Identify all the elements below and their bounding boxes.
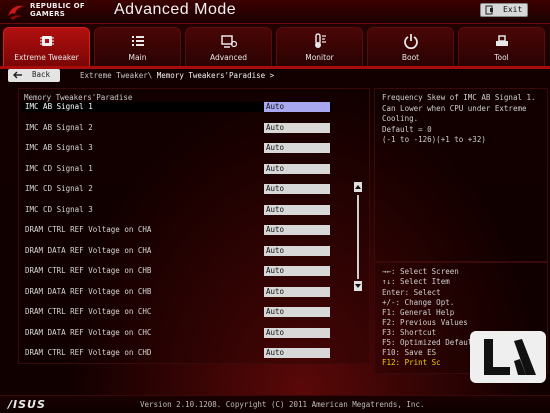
setting-name: DRAM CTRL REF Voltage on CHC (25, 307, 152, 316)
tab-tool[interactable]: Tool (458, 27, 545, 67)
setting-name: IMC CD Signal 1 (25, 164, 93, 173)
key-hint: F12: Print Sc (382, 358, 441, 367)
footer-bar: /ISUS Version 2.10.1208. Copyright (C) 2… (0, 395, 550, 413)
breadcrumb-parent[interactable]: Extreme Tweaker\ (80, 71, 152, 80)
scroll-down-icon[interactable] (354, 281, 362, 291)
key-hint: Enter: Select (382, 288, 441, 297)
setting-value[interactable]: Auto (264, 266, 330, 276)
exit-label: Exit (503, 5, 523, 14)
setting-row[interactable]: IMC CD Signal 3 Auto (22, 205, 332, 215)
asus-logo: /ISUS (8, 398, 46, 411)
advanced-icon (221, 35, 237, 48)
tab-advanced[interactable]: Advanced (185, 27, 272, 67)
key-hint: F2: Previous Values (382, 318, 468, 327)
setting-value[interactable]: Auto (264, 287, 330, 297)
setting-value[interactable]: Auto (264, 225, 330, 235)
key-hint: →←: Select Screen (382, 267, 459, 276)
setting-row[interactable]: IMC CD Signal 2 Auto (22, 184, 332, 194)
setting-row[interactable]: DRAM DATA REF Voltage on CHC Auto (22, 328, 332, 338)
setting-row[interactable]: IMC AB Signal 2 Auto (22, 123, 332, 133)
key-hint: F10: Save ES (382, 348, 437, 357)
version-text: Version 2.10.1208. Copyright (C) 2011 Am… (140, 400, 425, 409)
help-line: Default = 0 (382, 124, 432, 134)
setting-name: IMC CD Signal 2 (25, 184, 93, 193)
setting-row[interactable]: DRAM CTRL REF Voltage on CHC Auto (22, 307, 332, 317)
bios-screen: REPUBLIC OF GAMERS Advanced Mode Exit Ex… (0, 0, 550, 413)
help-line: Cooling. (382, 114, 419, 123)
help-line: (-1 to -126)(+1 to +32) (382, 135, 486, 144)
header-bar: REPUBLIC OF GAMERS Advanced Mode Exit (0, 0, 550, 24)
setting-row[interactable]: DRAM CTRL REF Voltage on CHD Auto (22, 348, 332, 358)
key-hint: F3: Shortcut (382, 328, 437, 337)
back-button[interactable]: Back (8, 69, 60, 82)
key-hint: F5: Optimized Defaults (382, 338, 482, 347)
setting-name: IMC AB Signal 2 (25, 123, 93, 132)
monitor-icon (315, 33, 326, 48)
setting-name: DRAM DATA REF Voltage on CHB (25, 287, 152, 296)
setting-name: DRAM CTRL REF Voltage on CHD (25, 348, 152, 357)
tab-extreme-tweaker[interactable]: Extreme Tweaker (3, 27, 90, 67)
rog-logo-icon (8, 5, 24, 20)
breadcrumb-path: Extreme Tweaker\ Memory Tweakers'Paradis… (80, 71, 274, 80)
setting-row[interactable]: IMC CD Signal 1 Auto (22, 164, 332, 174)
brand-line-2: GAMERS (30, 10, 66, 18)
setting-value[interactable]: Auto (264, 123, 330, 133)
setting-row[interactable]: DRAM CTRL REF Voltage on CHA Auto (22, 225, 332, 235)
setting-value[interactable]: Auto (264, 184, 330, 194)
setting-name: DRAM DATA REF Voltage on CHC (25, 328, 152, 337)
setting-value[interactable]: Auto (264, 328, 330, 338)
scroll-up-icon[interactable] (354, 182, 362, 192)
setting-value[interactable]: Auto (264, 246, 330, 256)
setting-name: IMC AB Signal 1 (25, 102, 93, 111)
key-hint: F1: General Help (382, 308, 455, 317)
list-icon (132, 36, 144, 46)
tab-label: Monitor (305, 53, 334, 62)
setting-row[interactable]: DRAM DATA REF Voltage on CHB Auto (22, 287, 332, 297)
cpu-chip-icon (40, 36, 54, 46)
setting-row[interactable]: IMC AB Signal 3 Auto (22, 143, 332, 153)
tab-label: Main (128, 53, 147, 62)
section-title: Memory Tweakers'Paradise (24, 93, 133, 102)
exit-button[interactable]: Exit (480, 3, 528, 17)
brand-line-1: REPUBLIC OF (30, 2, 85, 10)
page-title: Advanced Mode (114, 1, 237, 18)
setting-row[interactable]: DRAM CTRL REF Voltage on CHB Auto (22, 266, 332, 276)
breadcrumb: Back Extreme Tweaker\ Memory Tweakers'Pa… (4, 69, 546, 82)
tab-label: Tool (494, 53, 509, 62)
exit-icon (485, 5, 493, 15)
key-hint: +/-: Change Opt. (382, 298, 455, 307)
help-line: Frequency Skew of IMC AB Signal 1. (382, 93, 536, 102)
help-description: Frequency Skew of IMC AB Signal 1. Can L… (382, 93, 544, 146)
setting-value[interactable]: Auto (264, 307, 330, 317)
tab-monitor[interactable]: Monitor (276, 27, 363, 67)
setting-value[interactable]: Auto (264, 143, 330, 153)
tab-main[interactable]: Main (94, 27, 181, 67)
setting-value[interactable]: Auto (264, 102, 330, 112)
tab-boot[interactable]: Boot (367, 27, 454, 67)
setting-name: IMC CD Signal 3 (25, 205, 93, 214)
setting-value[interactable]: Auto (264, 348, 330, 358)
brand-text: REPUBLIC OF GAMERS (30, 2, 85, 18)
setting-value[interactable]: Auto (264, 164, 330, 174)
setting-row[interactable]: IMC AB Signal 1 Auto (22, 102, 332, 112)
tab-label: Extreme Tweaker (14, 53, 79, 62)
scrollbar-track[interactable] (357, 195, 359, 279)
tab-label: Boot (401, 53, 420, 62)
setting-row[interactable]: DRAM DATA REF Voltage on CHA Auto (22, 246, 332, 256)
back-arrow-icon (13, 71, 22, 79)
tab-bar: Extreme Tweaker Main Advanced Monitor Bo… (3, 27, 548, 67)
breadcrumb-current: Memory Tweakers'Paradise > (156, 71, 275, 80)
tool-icon (496, 35, 508, 46)
setting-name: DRAM CTRL REF Voltage on CHA (25, 225, 152, 234)
back-label: Back (32, 70, 51, 79)
setting-name: DRAM CTRL REF Voltage on CHB (25, 266, 152, 275)
power-icon (404, 34, 418, 49)
setting-value[interactable]: Auto (264, 205, 330, 215)
setting-name: DRAM DATA REF Voltage on CHA (25, 246, 152, 255)
help-line: Can Lower when CPU under Extreme (382, 103, 527, 113)
watermark-logo-icon (470, 331, 546, 383)
key-hint: ↑↓: Select Item (382, 277, 450, 286)
tab-label: Advanced (209, 53, 248, 62)
setting-name: IMC AB Signal 3 (25, 143, 93, 152)
